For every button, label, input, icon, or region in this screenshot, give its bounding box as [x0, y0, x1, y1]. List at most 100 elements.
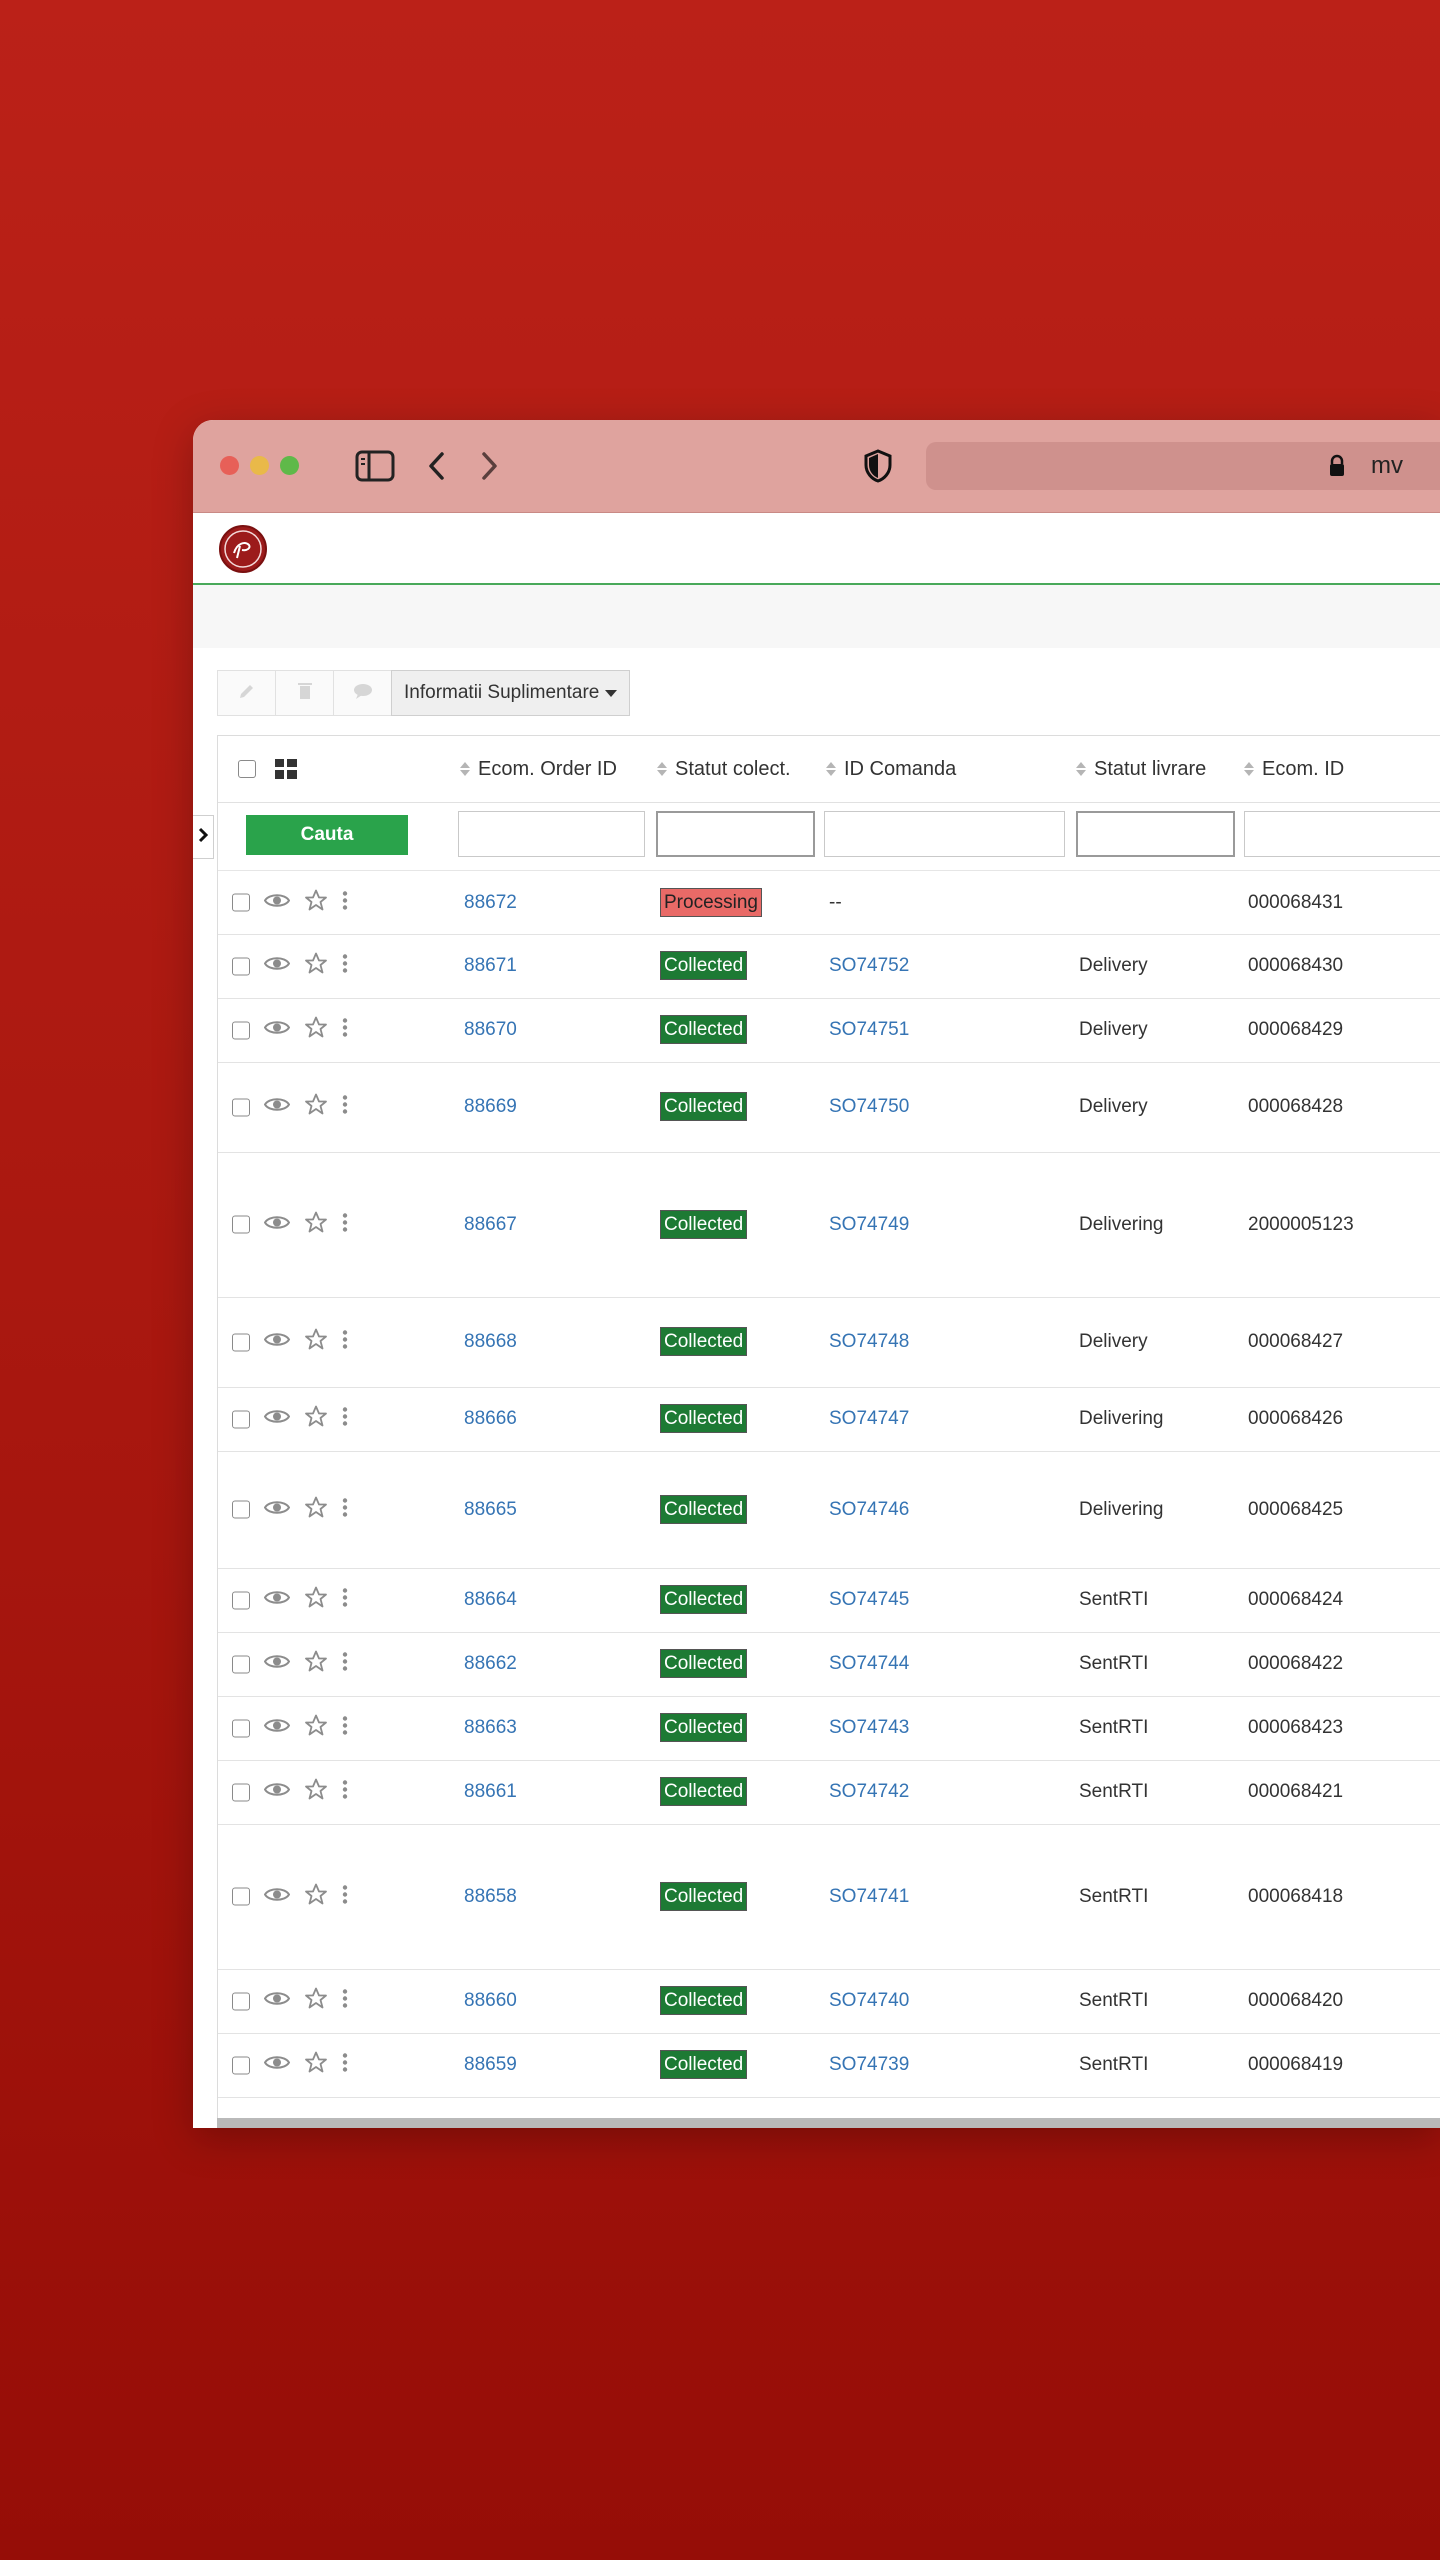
star-icon[interactable] — [304, 1405, 328, 1434]
comanda-link[interactable]: SO74742 — [829, 1781, 909, 1803]
order-id-link[interactable]: 88664 — [464, 1589, 517, 1611]
eye-icon[interactable] — [263, 891, 291, 914]
kebab-menu-icon[interactable] — [342, 1588, 348, 1613]
address-bar[interactable]: mv — [926, 442, 1440, 490]
order-id-link[interactable]: 88661 — [464, 1781, 517, 1803]
comment-button[interactable] — [333, 670, 392, 716]
row-checkbox[interactable] — [232, 1887, 250, 1906]
table-row[interactable]: 88665 Collected SO74746 Delivering 000068425 — [218, 1451, 1440, 1569]
comanda-link[interactable]: SO74745 — [829, 1589, 909, 1611]
table-row[interactable]: 88659 Collected SO74739 SentRTI 000068419 — [218, 2033, 1440, 2098]
edit-button[interactable] — [217, 670, 276, 716]
row-checkbox[interactable] — [232, 1783, 250, 1801]
eye-icon[interactable] — [263, 1096, 291, 1119]
eye-icon[interactable] — [263, 1019, 291, 1042]
row-checkbox[interactable] — [232, 1098, 250, 1116]
kebab-menu-icon[interactable] — [342, 954, 348, 979]
filter-ecom-order-id[interactable] — [458, 811, 645, 857]
order-id-link[interactable]: 88660 — [464, 1990, 517, 2012]
expand-sidebar-button[interactable] — [193, 815, 214, 859]
kebab-menu-icon[interactable] — [342, 1652, 348, 1677]
row-checkbox[interactable] — [232, 1333, 250, 1351]
table-row[interactable]: 88658 Collected SO74741 SentRTI 000068418 — [218, 1824, 1440, 1970]
filter-ecom-id[interactable] — [1244, 811, 1440, 857]
table-row[interactable]: 88661 Collected SO74742 SentRTI 000068421 — [218, 1760, 1440, 1825]
eye-icon[interactable] — [263, 1781, 291, 1804]
row-checkbox[interactable] — [232, 957, 250, 975]
sidebar-toggle-icon[interactable] — [353, 444, 397, 488]
eye-icon[interactable] — [263, 1213, 291, 1236]
eye-icon[interactable] — [263, 955, 291, 978]
star-icon[interactable] — [304, 1586, 328, 1615]
row-checkbox[interactable] — [232, 1410, 250, 1428]
star-icon[interactable] — [304, 1328, 328, 1357]
comanda-link[interactable]: SO74741 — [829, 1886, 909, 1908]
star-icon[interactable] — [304, 952, 328, 981]
kebab-menu-icon[interactable] — [342, 1095, 348, 1120]
comanda-link[interactable]: SO74746 — [829, 1499, 909, 1521]
filter-statut-colect[interactable] — [656, 811, 815, 857]
eye-icon[interactable] — [263, 1653, 291, 1676]
table-row[interactable]: 88663 Collected SO74743 SentRTI 000068423 — [218, 1696, 1440, 1761]
eye-icon[interactable] — [263, 1498, 291, 1521]
order-id-link[interactable]: 88667 — [464, 1214, 517, 1236]
kebab-menu-icon[interactable] — [342, 1407, 348, 1432]
order-id-link[interactable]: 88662 — [464, 1653, 517, 1675]
order-id-link[interactable]: 88666 — [464, 1408, 517, 1430]
table-row[interactable]: 88660 Collected SO74740 SentRTI 000068420 — [218, 1969, 1440, 2034]
back-icon[interactable] — [421, 444, 451, 488]
star-icon[interactable] — [304, 1778, 328, 1807]
informatii-suplimentare-dropdown[interactable]: Informatii Suplimentare — [391, 670, 631, 716]
comanda-link[interactable]: SO74739 — [829, 2054, 909, 2076]
horizontal-scrollbar[interactable] — [217, 2118, 1440, 2128]
privacy-shield-icon[interactable] — [861, 444, 895, 488]
kebab-menu-icon[interactable] — [342, 1884, 348, 1909]
comanda-link[interactable]: SO74748 — [829, 1331, 909, 1353]
star-icon[interactable] — [304, 2051, 328, 2080]
table-row[interactable]: 88664 Collected SO74745 SentRTI 000068424 — [218, 1568, 1440, 1633]
comanda-link[interactable]: SO74751 — [829, 1019, 909, 1041]
kebab-menu-icon[interactable] — [342, 1497, 348, 1522]
row-checkbox[interactable] — [232, 1655, 250, 1673]
table-row[interactable]: 88667 Collected SO74749 Delivering 200000512… — [218, 1152, 1440, 1298]
minimize-window-button[interactable] — [250, 456, 269, 475]
comanda-link[interactable]: SO74747 — [829, 1408, 909, 1430]
table-row[interactable]: 88671 Collected SO74752 Delivery 000068430 — [218, 934, 1440, 999]
eye-icon[interactable] — [263, 1589, 291, 1612]
order-id-link[interactable]: 88671 — [464, 955, 517, 977]
comanda-link[interactable]: SO74750 — [829, 1096, 909, 1118]
order-id-link[interactable]: 88669 — [464, 1096, 517, 1118]
comanda-link[interactable]: SO74744 — [829, 1653, 909, 1675]
row-checkbox[interactable] — [232, 1719, 250, 1737]
star-icon[interactable] — [304, 1016, 328, 1045]
column-header-id-comanda[interactable]: ID Comanda — [826, 736, 956, 802]
table-row[interactable]: 88670 Collected SO74751 Delivery 000068429 — [218, 998, 1440, 1063]
column-header-ecom-order-id[interactable]: Ecom. Order ID — [460, 736, 617, 802]
kebab-menu-icon[interactable] — [342, 1330, 348, 1355]
eye-icon[interactable] — [263, 2054, 291, 2077]
star-icon[interactable] — [304, 1093, 328, 1122]
order-id-link[interactable]: 88658 — [464, 1886, 517, 1908]
star-icon[interactable] — [304, 1714, 328, 1743]
filter-statut-livrare[interactable] — [1076, 811, 1235, 857]
table-row[interactable]: 88666 Collected SO74747 Delivering 000068426 — [218, 1387, 1440, 1452]
comanda-link[interactable]: SO74749 — [829, 1214, 909, 1236]
row-checkbox[interactable] — [232, 1215, 250, 1234]
column-header-statut-livrare[interactable]: Statut livrare — [1076, 736, 1206, 802]
star-icon[interactable] — [304, 1650, 328, 1679]
order-id-link[interactable]: 88668 — [464, 1331, 517, 1353]
star-icon[interactable] — [304, 1495, 328, 1524]
comanda-link[interactable]: SO74743 — [829, 1717, 909, 1739]
star-icon[interactable] — [304, 1210, 328, 1239]
grid-layout-icon[interactable] — [275, 736, 297, 802]
order-id-link[interactable]: 88659 — [464, 2054, 517, 2076]
eye-icon[interactable] — [263, 1408, 291, 1431]
kebab-menu-icon[interactable] — [342, 1989, 348, 2014]
row-checkbox[interactable] — [232, 2056, 250, 2074]
eye-icon[interactable] — [263, 1990, 291, 2013]
order-id-link[interactable]: 88665 — [464, 1499, 517, 1521]
order-id-link[interactable]: 88663 — [464, 1717, 517, 1739]
table-row[interactable]: 88662 Collected SO74744 SentRTI 000068422 — [218, 1632, 1440, 1697]
column-header-statut-colect[interactable]: Statut colect. — [657, 736, 791, 802]
kebab-menu-icon[interactable] — [342, 1212, 348, 1237]
